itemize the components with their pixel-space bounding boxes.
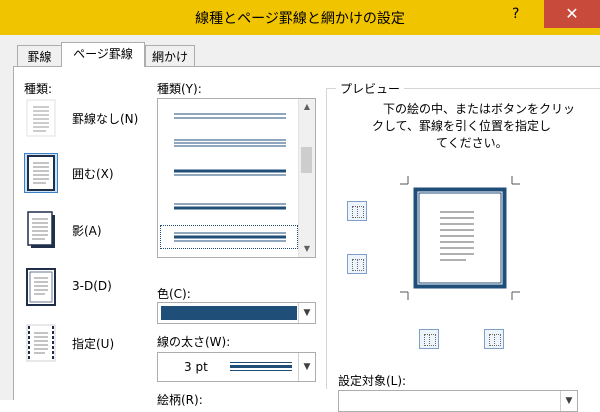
tab-page-border[interactable]: ページ罫線: [61, 42, 145, 67]
custom-page-icon: [24, 323, 58, 363]
top-border-button[interactable]: [347, 201, 367, 221]
line-style-scrollbar[interactable]: ▲ ▼: [298, 99, 315, 257]
left-border-button[interactable]: [419, 329, 439, 349]
box-page-icon: [24, 153, 58, 193]
setting-heading: 種類:: [24, 82, 53, 96]
chevron-down-icon[interactable]: ▼: [298, 303, 315, 323]
preview-heading: プレビュー: [336, 80, 405, 97]
chevron-down-icon[interactable]: ▼: [560, 391, 577, 411]
tab-shading[interactable]: 網かけ: [145, 45, 195, 67]
preview-instruction-line-3: てください。: [436, 136, 508, 150]
setting-custom-label: 指定(U): [72, 337, 115, 351]
setting-box-label: 囲む(X): [72, 167, 114, 181]
setting-shadow-label: 影(A): [72, 224, 102, 238]
line-style-thin-thick-thin-selected[interactable]: [160, 225, 298, 249]
title-bar: 線種とページ罫線と網かけの設定 ? ✕: [0, 0, 600, 35]
setting-3d[interactable]: 3-D(D): [24, 267, 134, 307]
setting-none[interactable]: 罫線なし(N): [24, 98, 138, 138]
color-dropdown[interactable]: ▼: [157, 302, 316, 324]
width-dropdown[interactable]: 3 pt ▼: [157, 352, 316, 382]
width-value: 3 pt: [184, 360, 208, 374]
chevron-down-icon[interactable]: ▼: [298, 353, 315, 381]
tab-borders[interactable]: 罫線: [17, 45, 62, 67]
preview-area[interactable]: [400, 176, 520, 300]
width-label: 線の太さ(W):: [157, 335, 231, 349]
line-style-thin-double[interactable]: [160, 105, 298, 129]
line-style-list[interactable]: ▲ ▼: [157, 98, 316, 258]
width-line-sample: [230, 362, 292, 371]
apply-to-label: 設定対象(L):: [338, 374, 407, 388]
right-border-button[interactable]: [484, 329, 504, 349]
3d-page-icon: [24, 267, 58, 307]
color-label: 色(C):: [157, 287, 191, 301]
setting-custom[interactable]: 指定(U): [24, 323, 134, 363]
color-swatch: [161, 306, 297, 320]
setting-shadow[interactable]: 影(A): [24, 210, 134, 250]
preview-instruction-line-2: クして、罫線を引く位置を指定し: [372, 119, 552, 133]
bottom-border-button[interactable]: [347, 254, 367, 274]
setting-box[interactable]: 囲む(X): [24, 153, 134, 193]
scroll-thumb[interactable]: [301, 147, 312, 173]
scroll-up-icon[interactable]: ▲: [299, 99, 315, 115]
line-style-thick-thin[interactable]: [160, 161, 298, 185]
preview-instruction-line-1: 下の絵の中、またはボタンをクリッ: [383, 102, 576, 116]
none-page-icon: [24, 98, 58, 138]
shadow-page-icon: [24, 210, 58, 250]
setting-none-label: 罫線なし(N): [72, 112, 139, 126]
close-button[interactable]: ✕: [544, 0, 600, 28]
apply-to-dropdown[interactable]: ▼: [338, 390, 578, 412]
scroll-down-icon[interactable]: ▼: [299, 241, 315, 257]
help-button[interactable]: ?: [512, 6, 519, 22]
line-style-thin-thick[interactable]: [160, 194, 298, 218]
line-style-triple[interactable]: [160, 131, 298, 155]
setting-3d-label: 3-D(D): [72, 279, 112, 293]
window-title: 線種とページ罫線と網かけの設定: [195, 11, 405, 27]
style-heading: 種類(Y):: [157, 82, 202, 96]
